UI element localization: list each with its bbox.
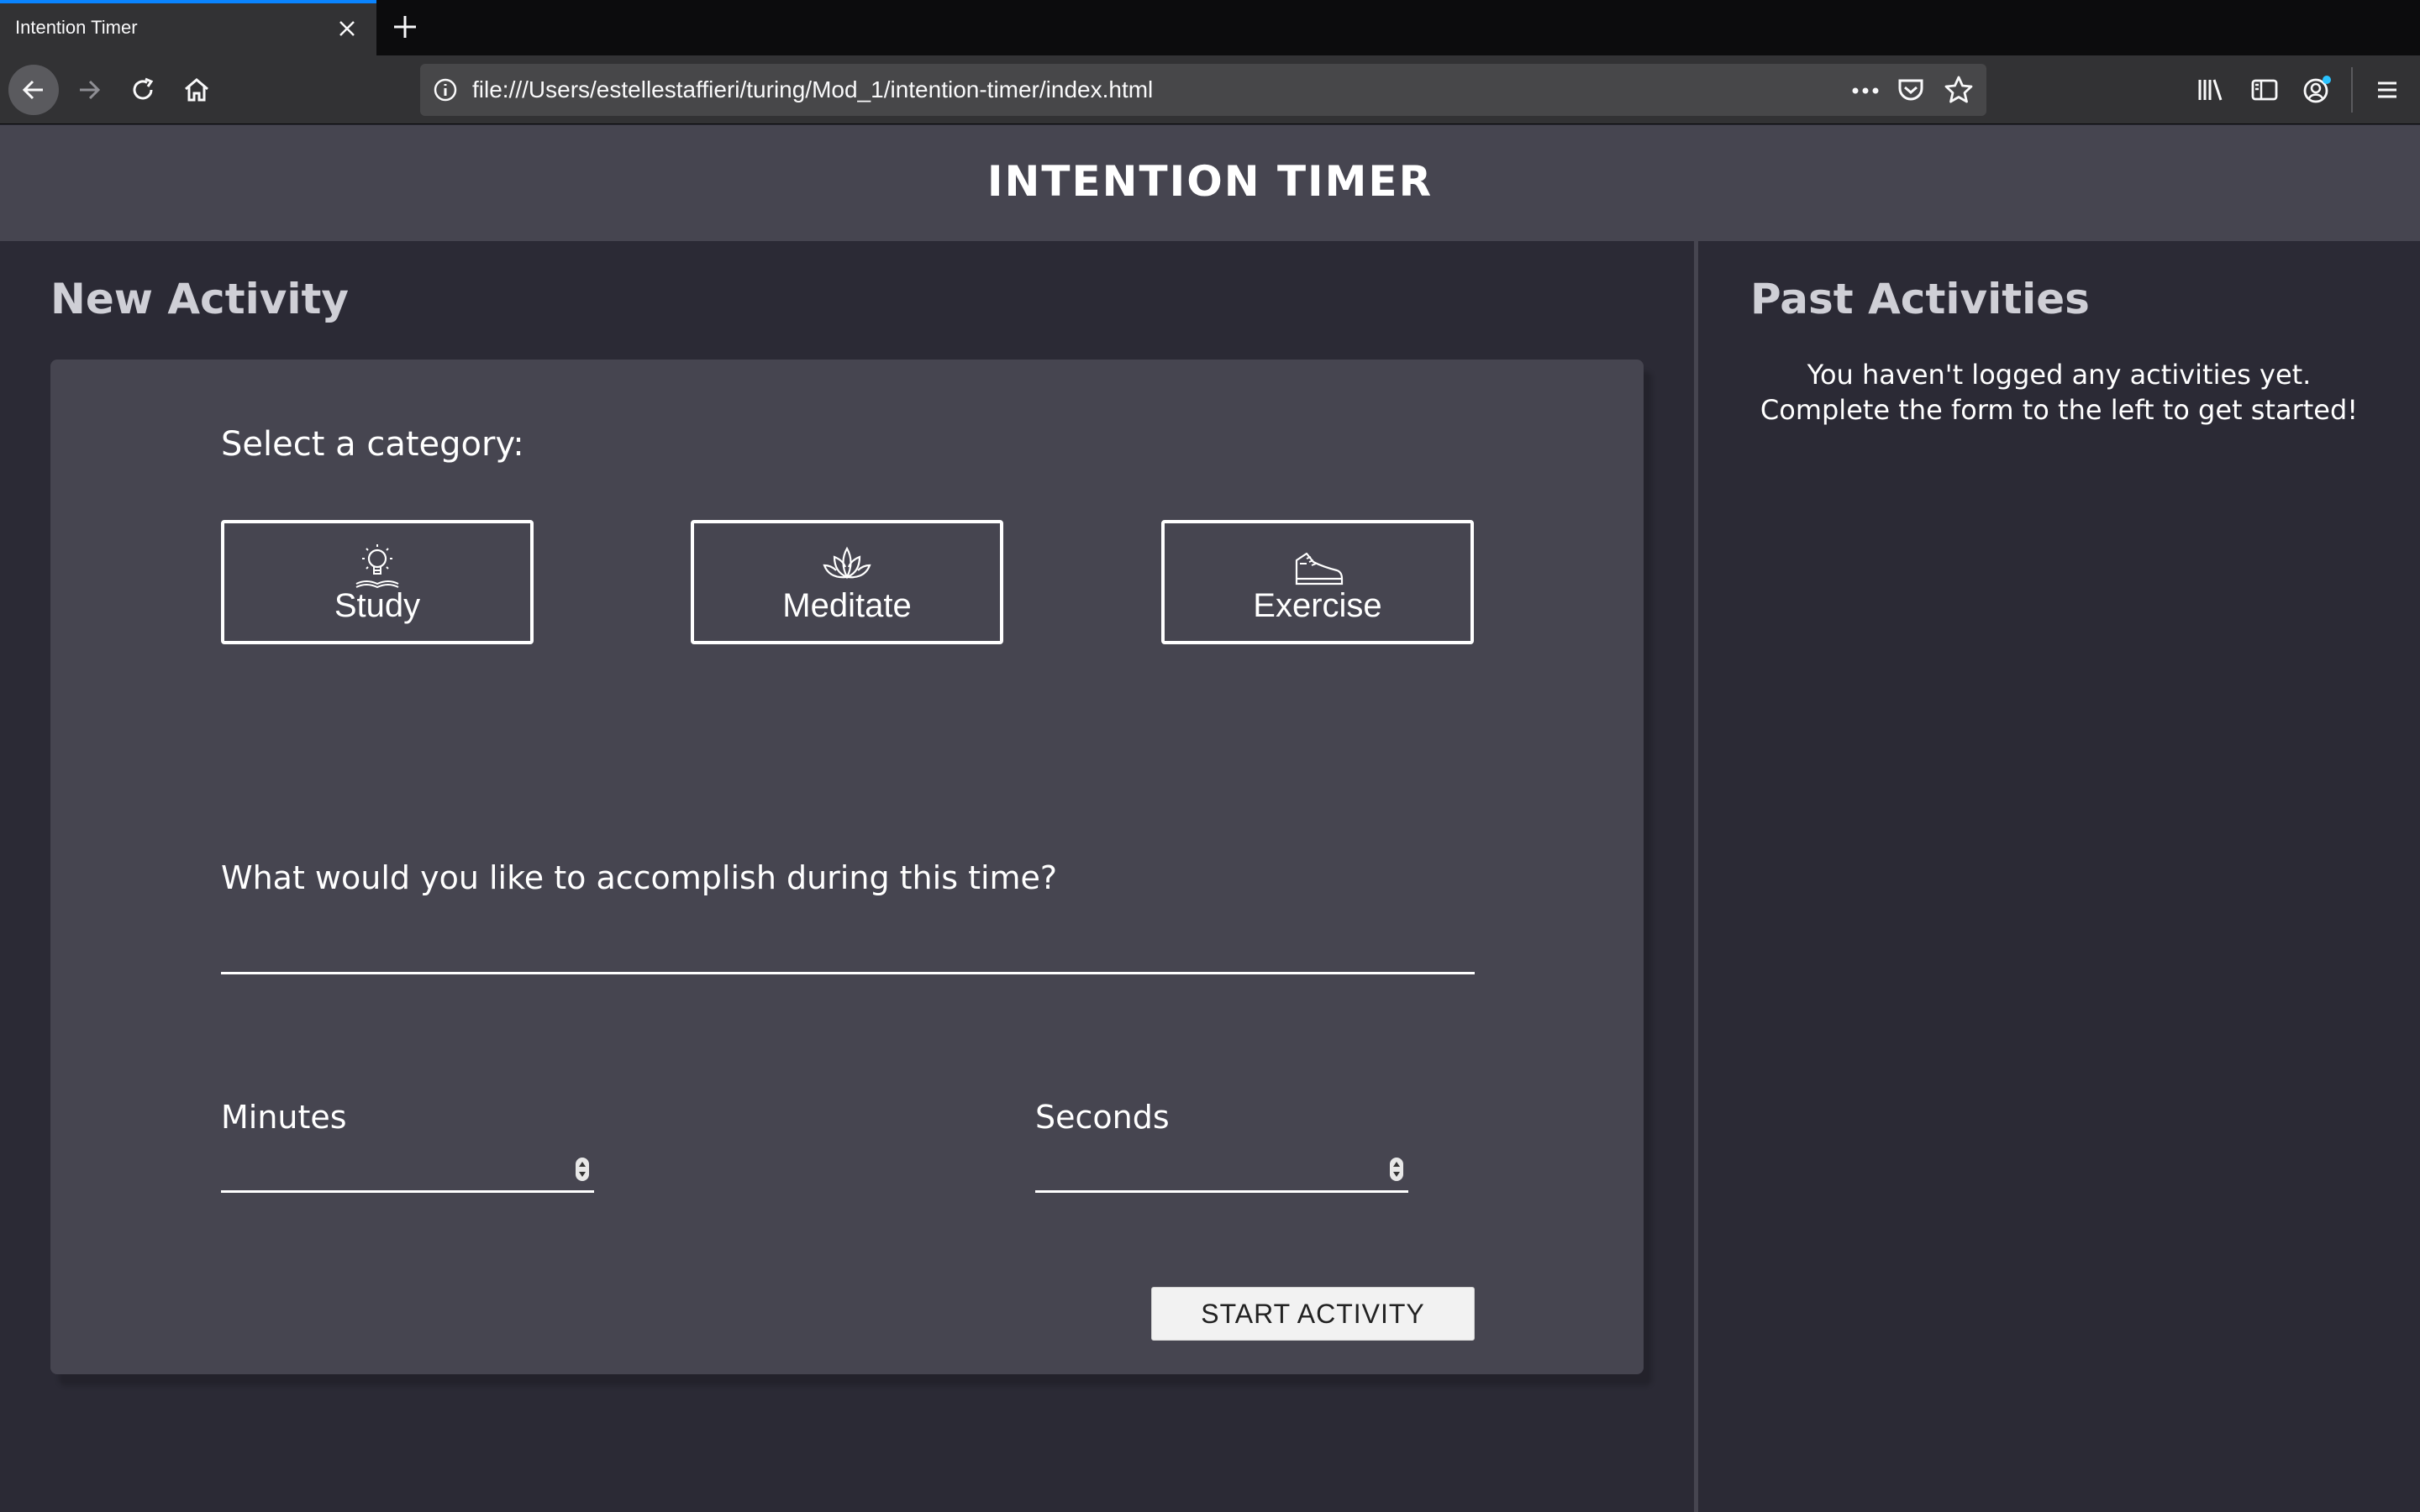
new-activity-section: New Activity Select a category: Study Me… (0, 241, 1694, 1512)
home-icon (185, 78, 208, 102)
empty-state-line: You haven't logged any activities yet. (1807, 359, 2312, 391)
activity-form-card: Select a category: Study Meditate Exerci… (50, 360, 1644, 1374)
arrow-left-icon (22, 80, 43, 100)
category-prompt: Select a category: (221, 425, 524, 464)
plus-icon[interactable] (390, 12, 420, 42)
minutes-stepper[interactable] (576, 1158, 589, 1181)
exercise-label: Exercise (1253, 587, 1382, 624)
toolbar-separator (2351, 67, 2353, 113)
study-label: Study (334, 587, 421, 624)
sidebar-button[interactable] (2245, 71, 2284, 109)
back-button[interactable] (8, 65, 59, 115)
exercise-button[interactable]: Exercise (1161, 520, 1474, 644)
meditate-label: Meditate (782, 587, 912, 624)
library-button[interactable] (2191, 71, 2230, 109)
minutes-label: Minutes (221, 1099, 347, 1136)
lightbulb-icon (355, 544, 399, 589)
forward-button[interactable] (64, 65, 114, 115)
sneaker-icon (1295, 552, 1344, 585)
star-icon[interactable] (1943, 74, 1975, 106)
address-bar[interactable]: file:///Users/estellestaffieri/turing/Mo… (420, 64, 1986, 116)
browser-tab[interactable]: Intention Timer (0, 0, 376, 55)
study-button[interactable]: Study (221, 520, 534, 644)
sidebar-icon (2251, 79, 2278, 101)
url-text[interactable]: file:///Users/estellestaffieri/turing/Mo… (472, 76, 1153, 103)
info-icon[interactable] (432, 76, 459, 103)
library-icon (2198, 79, 2223, 101)
past-activities-section: Past Activities You haven't logged any a… (1698, 241, 2420, 1512)
seconds-stepper[interactable] (1390, 1158, 1403, 1181)
goal-input[interactable] (221, 914, 1475, 974)
new-activity-heading: New Activity (50, 275, 349, 323)
account-button[interactable] (2297, 71, 2336, 109)
app-header: INTENTION TIMER (0, 125, 2420, 241)
lotus-icon (823, 546, 871, 580)
meditate-button[interactable]: Meditate (691, 520, 1003, 644)
close-icon[interactable] (334, 16, 360, 41)
arrow-right-icon (80, 80, 101, 100)
past-activities-heading: Past Activities (1750, 275, 2090, 323)
goal-prompt: What would you like to accomplish during… (221, 859, 1058, 896)
seconds-input[interactable] (1035, 1149, 1408, 1193)
browser-tab-strip: Intention Timer (0, 0, 2420, 55)
page-content: INTENTION TIMER New Activity Select a ca… (0, 125, 2420, 1512)
seconds-label: Seconds (1035, 1099, 1170, 1136)
empty-state-message: You haven't logged any activities yet. C… (1698, 357, 2420, 428)
tab-title: Intention Timer (15, 17, 138, 38)
menu-button[interactable] (2368, 71, 2407, 109)
start-activity-button[interactable]: START ACTIVITY (1151, 1287, 1475, 1341)
pocket-icon[interactable] (1896, 75, 1926, 105)
home-button[interactable] (171, 65, 222, 115)
browser-toolbar: file:///Users/estellestaffieri/turing/Mo… (0, 55, 2420, 124)
hamburger-icon (2378, 81, 2396, 98)
ellipsis-icon[interactable] (1849, 74, 1882, 108)
reload-icon (133, 77, 154, 100)
minutes-input[interactable] (221, 1149, 594, 1193)
app-title: INTENTION TIMER (986, 157, 1434, 206)
empty-state-line: Complete the form to the left to get sta… (1760, 394, 2359, 426)
reload-button[interactable] (118, 65, 168, 115)
account-icon (2303, 76, 2331, 103)
